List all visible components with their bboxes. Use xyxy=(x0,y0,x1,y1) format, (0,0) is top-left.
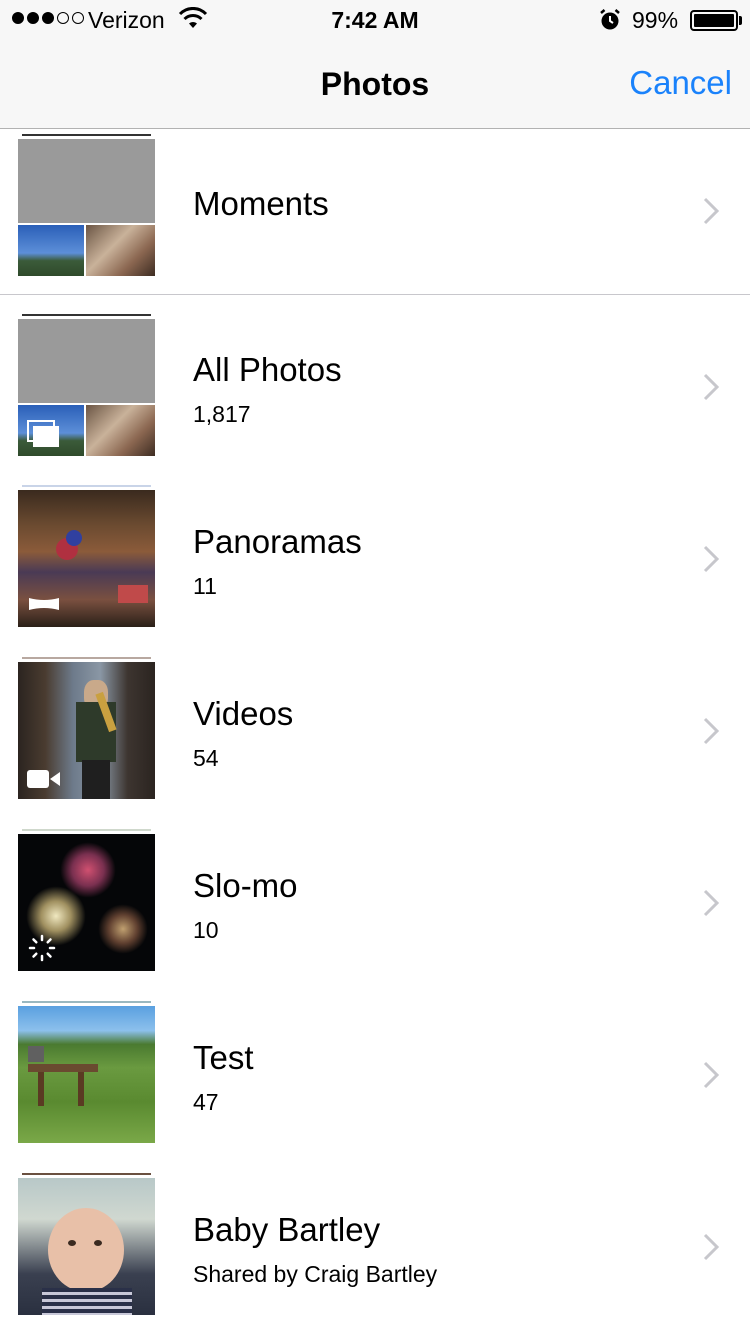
cancel-button[interactable]: Cancel xyxy=(629,64,732,102)
chevron-right-icon xyxy=(703,889,720,917)
battery-percentage: 99% xyxy=(632,7,679,33)
album-title: Test xyxy=(193,1039,254,1076)
video-camera-icon xyxy=(18,662,155,799)
album-row-baby-bartley[interactable]: Baby Bartley Shared by Craig Bartley xyxy=(0,1165,750,1334)
album-count: 1,817 xyxy=(193,401,251,427)
album-title: Baby Bartley xyxy=(193,1211,381,1248)
album-title: Moments xyxy=(193,185,329,222)
chevron-right-icon xyxy=(703,1061,720,1089)
album-title: Videos xyxy=(193,695,294,732)
album-count: 10 xyxy=(193,917,219,943)
album-title: All Photos xyxy=(193,351,342,388)
chevron-right-icon xyxy=(703,373,720,401)
album-row-videos[interactable]: Videos 54 xyxy=(0,649,750,821)
chevron-right-icon xyxy=(703,1233,720,1261)
battery-icon xyxy=(690,10,738,31)
alarm-clock-icon xyxy=(600,9,620,30)
album-row-slo-mo[interactable]: Slo-mo 10 xyxy=(0,821,750,993)
moments-thumbnail xyxy=(18,139,155,276)
album-row-moments[interactable]: Moments xyxy=(0,130,750,302)
chevron-right-icon xyxy=(703,197,720,225)
all-photos-thumbnail xyxy=(18,319,155,456)
shared-album-thumbnail xyxy=(18,1178,155,1315)
album-thumbnail xyxy=(18,1006,155,1143)
chevron-right-icon xyxy=(703,717,720,745)
slo-mo-icon xyxy=(18,834,155,971)
panorama-icon xyxy=(18,490,155,627)
navigation-bar: Verizon 7:42 AM 99% Photos Cancel xyxy=(0,0,750,129)
album-count: 47 xyxy=(193,1089,219,1115)
shared-by-label: Shared by Craig Bartley xyxy=(193,1261,438,1287)
all-photos-icon xyxy=(27,420,59,447)
status-bar: Verizon 7:42 AM 99% xyxy=(0,0,750,40)
album-count: 11 xyxy=(193,573,217,599)
album-count: 54 xyxy=(193,745,219,771)
album-row-test[interactable]: Test 47 xyxy=(0,993,750,1165)
album-row-panoramas[interactable]: Panoramas 11 xyxy=(0,477,750,649)
album-title: Panoramas xyxy=(193,523,362,560)
chevron-right-icon xyxy=(703,545,720,573)
album-title: Slo-mo xyxy=(193,867,298,904)
section-divider xyxy=(0,294,750,295)
album-row-all-photos[interactable]: All Photos 1,817 xyxy=(0,305,750,477)
